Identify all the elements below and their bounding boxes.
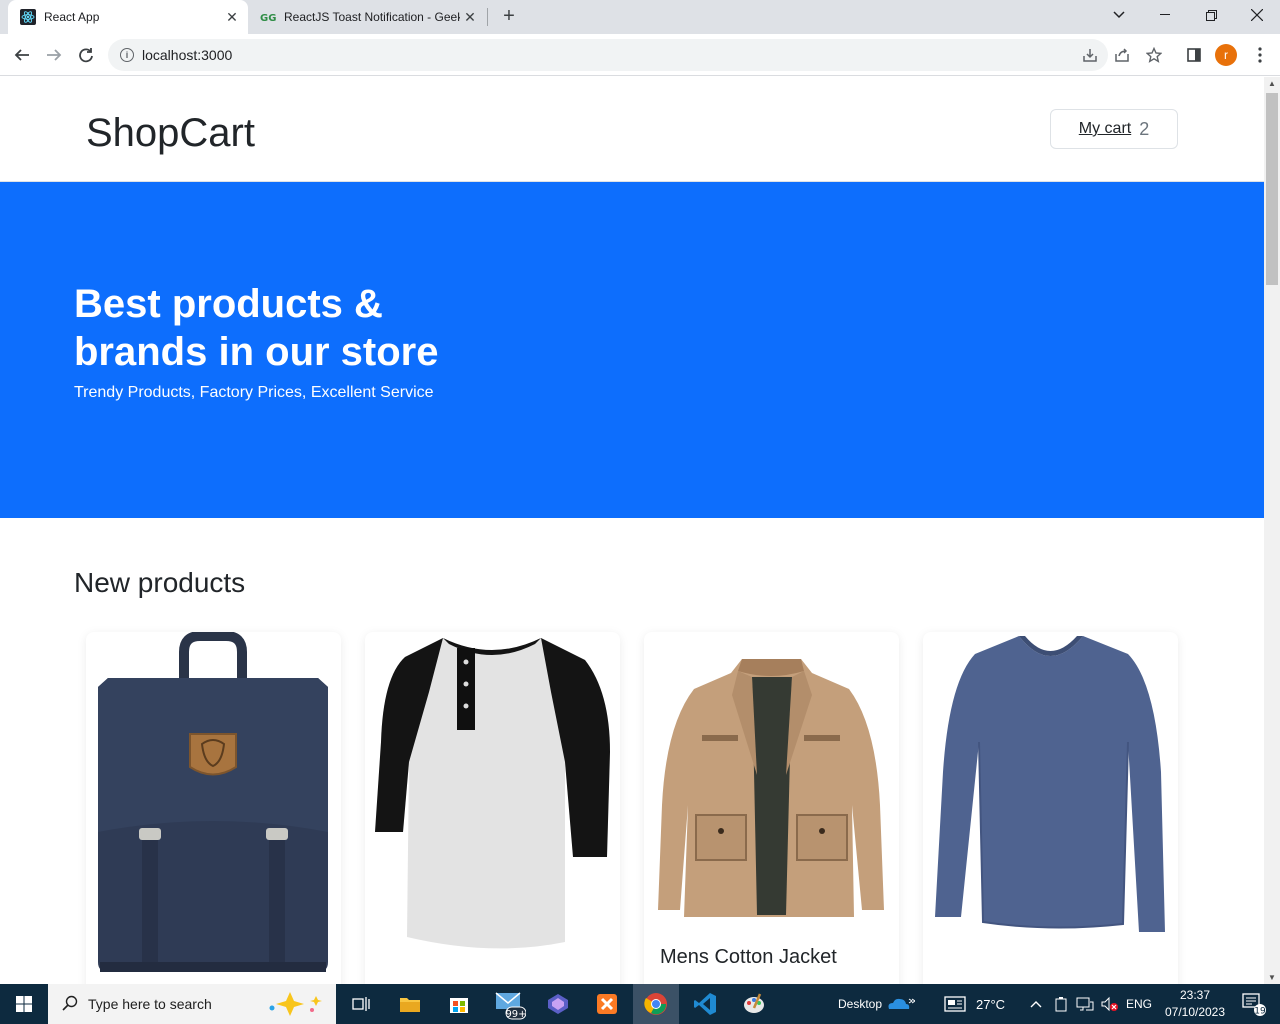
notification-center-icon[interactable]: 19 — [1234, 984, 1274, 1024]
reload-icon[interactable] — [74, 43, 98, 67]
clock-time: 23:37 — [1179, 988, 1211, 1002]
language-indicator[interactable]: ENG — [1126, 984, 1152, 1024]
hero-subtitle: Trendy Products, Factory Prices, Excelle… — [74, 384, 434, 401]
hero-title: Best products & brands in our store — [74, 282, 439, 374]
search-placeholder: Type here to search — [88, 996, 212, 1012]
product-card[interactable]: Mens Cotton Jacket — [644, 632, 899, 984]
taskbar-search-box[interactable]: Type here to search — [48, 984, 336, 1024]
cart-count: 2 — [1139, 118, 1150, 139]
scroll-down-arrow-icon[interactable]: ▼ — [1268, 973, 1276, 982]
product-name: Mens Cotton Jacket — [660, 946, 837, 968]
scroll-thumb[interactable] — [1266, 93, 1278, 285]
mail-icon[interactable]: 99+ — [486, 984, 532, 1024]
windows-start-icon[interactable] — [0, 984, 48, 1024]
tab-separator — [487, 8, 488, 26]
page-viewport: ShopCart My cart 2 Best products & brand… — [0, 77, 1264, 984]
address-bar[interactable]: i localhost:3000 — [108, 39, 1108, 71]
volume-muted-icon[interactable] — [1098, 984, 1120, 1024]
minimize-icon[interactable] — [1142, 0, 1188, 30]
scroll-up-arrow-icon[interactable]: ▲ — [1268, 79, 1276, 88]
install-app-icon[interactable] — [1080, 45, 1100, 65]
restore-icon[interactable] — [1188, 0, 1234, 30]
file-explorer-icon[interactable] — [387, 984, 433, 1024]
copilot-icon[interactable] — [535, 984, 581, 1024]
vscode-icon[interactable] — [682, 984, 728, 1024]
react-icon — [20, 9, 36, 25]
windows-taskbar: Type here to search 99+ Desktop 27°C ENG… — [0, 984, 1280, 1024]
task-view-icon[interactable] — [338, 984, 384, 1024]
tab-title: ReactJS Toast Notification - Geek — [284, 10, 460, 24]
close-tab-icon[interactable]: ✕ — [460, 7, 480, 27]
page-scrollbar[interactable]: ▲ ▼ — [1264, 77, 1280, 984]
product-card[interactable] — [365, 632, 620, 984]
notification-count: 19 — [1254, 1007, 1266, 1017]
share-icon[interactable] — [1112, 45, 1132, 65]
side-panel-icon[interactable] — [1184, 45, 1204, 65]
new-tab-icon[interactable]: + — [498, 6, 520, 28]
weather-news-icon[interactable] — [940, 984, 970, 1024]
xampp-icon[interactable] — [584, 984, 630, 1024]
menu-kebab-icon[interactable] — [1250, 45, 1270, 65]
cart-label: My cart — [1078, 120, 1132, 137]
tab-search-icon[interactable] — [1096, 0, 1142, 30]
section-title: New products — [74, 567, 246, 598]
svg-text:GG: GG — [260, 13, 276, 24]
weather-temperature[interactable]: 27°C — [976, 984, 1005, 1024]
hero-banner: Best products & brands in our store Tren… — [0, 182, 1264, 518]
close-window-icon[interactable] — [1234, 0, 1280, 30]
brand-logo[interactable]: ShopCart — [86, 111, 255, 156]
product-card[interactable] — [923, 632, 1178, 984]
site-info-icon[interactable]: i — [120, 48, 134, 62]
forward-arrow-icon[interactable] — [42, 43, 66, 67]
tab-react-app[interactable]: React App ✕ — [8, 0, 248, 34]
my-cart-button[interactable]: My cart 2 — [1050, 109, 1178, 149]
battery-device-icon[interactable] — [1050, 984, 1072, 1024]
desktop-toolbar-label[interactable]: Desktop — [838, 984, 882, 1024]
jacket-image — [644, 632, 899, 977]
backpack-image — [86, 632, 341, 977]
raglan-tshirt-image — [365, 632, 620, 977]
clock-date: 07/10/2023 — [1164, 1005, 1226, 1019]
search-icon — [62, 995, 78, 1014]
chrome-icon[interactable] — [633, 984, 679, 1024]
sparkle-icon — [266, 990, 324, 1021]
bookmark-star-icon[interactable] — [1144, 45, 1164, 65]
microsoft-store-icon[interactable] — [436, 984, 482, 1024]
geeksforgeeks-icon: GG — [260, 9, 276, 25]
longsleeve-shirt-image — [923, 632, 1178, 977]
mail-badge: 99+ — [505, 1009, 526, 1020]
browser-tabstrip: React App ✕ GG ReactJS Toast Notificatio… — [0, 0, 1280, 34]
tab-title: React App — [44, 10, 100, 24]
chevron-up-icon[interactable] — [1026, 984, 1046, 1024]
close-tab-icon[interactable]: ✕ — [222, 7, 242, 27]
site-navbar: ShopCart My cart 2 — [0, 77, 1264, 182]
network-icon[interactable] — [1074, 984, 1096, 1024]
tab-geeksforgeeks[interactable]: GG ReactJS Toast Notification - Geek ✕ — [250, 0, 486, 34]
paint-icon[interactable] — [731, 984, 777, 1024]
url-text: localhost:3000 — [142, 47, 233, 63]
back-arrow-icon[interactable] — [10, 43, 34, 67]
browser-toolbar: i localhost:3000 r — [0, 34, 1280, 76]
product-card[interactable] — [86, 632, 341, 984]
system-clock[interactable]: 23:37 07/10/2023 — [1160, 987, 1230, 1021]
profile-avatar[interactable]: r — [1215, 44, 1237, 66]
onedrive-icon[interactable] — [880, 984, 920, 1024]
